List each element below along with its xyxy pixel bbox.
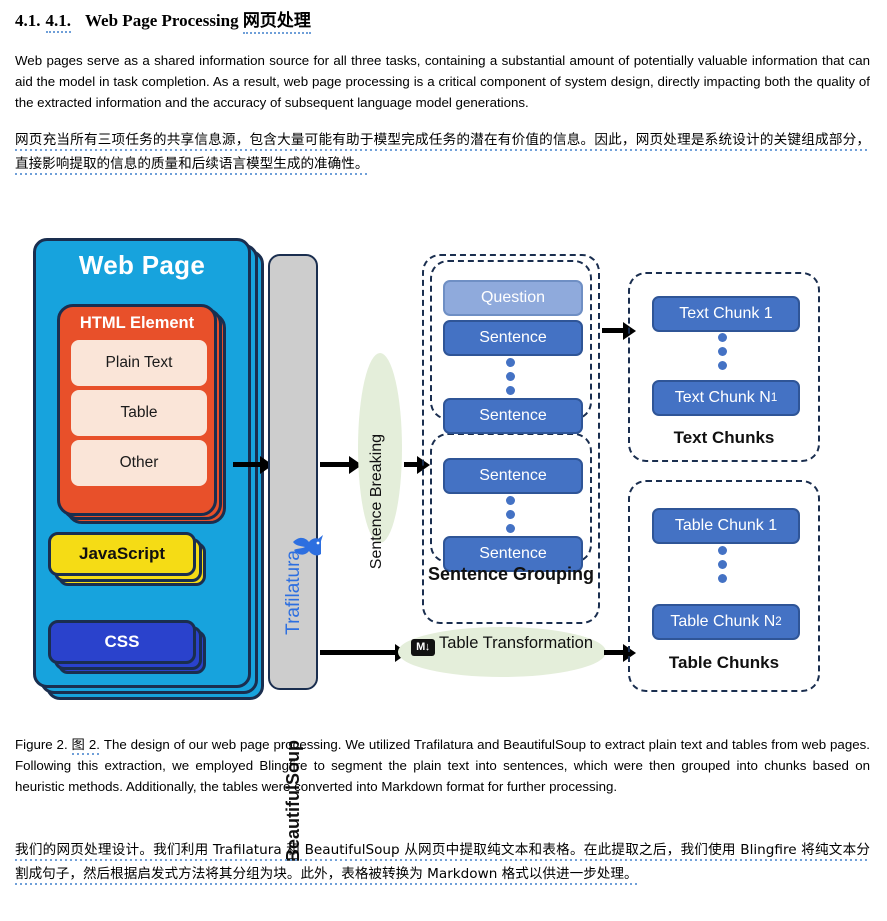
text-chunk-last-prefix: Text Chunk N <box>674 389 771 406</box>
vertical-ellipsis-dots-table-chunks <box>718 546 727 583</box>
web-page-title: Web Page <box>78 250 206 280</box>
html-element-item-other: Other <box>71 440 207 486</box>
arrow-grouping-to-text-chunks <box>602 321 636 340</box>
table-transformation-label: M↓ Table Transformation <box>398 632 606 656</box>
intro-paragraph-chinese: 网页充当所有三项任务的共享信息源，包含大量可能有助于模型完成任务的潜在有价值的信… <box>15 128 870 176</box>
css-box: CSS <box>48 620 196 664</box>
figure-caption-english-text: The design of our web page processing. W… <box>15 737 870 794</box>
intro-paragraph-english: Web pages serve as a shared information … <box>15 53 870 110</box>
table-chunk-last-prefix: Table Chunk N <box>670 613 776 630</box>
sentence-grouping-label: Sentence Grouping <box>427 564 595 584</box>
table-chunks-label: Table Chunks <box>668 653 780 672</box>
javascript-box: JavaScript <box>48 532 196 576</box>
text-chunk-last: Text Chunk N1 <box>652 380 800 416</box>
table-chunk-last: Table Chunk N2 <box>652 604 800 640</box>
table-chunk-first: Table Chunk 1 <box>652 508 800 544</box>
sentence-box-3: Sentence <box>443 458 583 494</box>
arrow-extractor-to-table-transformation <box>320 643 408 662</box>
arrow-extractor-to-sentence-breaking <box>320 455 362 474</box>
sentence-box-2: Sentence <box>443 398 583 434</box>
text-chunk-last-subscript: 1 <box>770 392 778 404</box>
text-chunk-first: Text Chunk 1 <box>652 296 800 332</box>
section-heading: 4.1. 4.1. Web Page Processing 网页处理 <box>15 6 875 34</box>
figure-caption-english: Figure 2. 图 2. The design of our web pag… <box>15 734 870 797</box>
text-chunks-label: Text Chunks <box>673 428 775 447</box>
section-title-chinese: 网页处理 <box>242 11 311 34</box>
figure-diagram: Web Page HTML Element Plain Text Table O… <box>0 228 887 862</box>
table-chunk-last-subscript: 2 <box>775 616 782 628</box>
arrow-webpage-to-extractor <box>233 455 273 474</box>
table-transformation-text: Table Transformation <box>438 634 594 652</box>
figure-caption-chinese-text: 我们的网页处理设计。我们利用 Trafilatura 和 BeautifulSo… <box>15 842 870 885</box>
section-number-translated: 4.1. <box>45 11 71 33</box>
sentence-breaking-label: Sentence Breaking <box>368 434 385 570</box>
arrow-table-transformation-to-table-chunks <box>604 643 636 662</box>
sentence-box-1: Sentence <box>443 320 583 356</box>
question-box: Question <box>443 280 583 316</box>
arrow-sentence-breaking-to-grouping <box>404 455 430 474</box>
section-number-original: 4.1. <box>15 11 41 30</box>
vertical-ellipsis-dots-group2 <box>506 496 515 533</box>
html-element-title: HTML Element <box>79 314 195 332</box>
figure-caption-chinese: 我们的网页处理设计。我们利用 Trafilatura 和 BeautifulSo… <box>15 838 870 886</box>
document-page: 4.1. 4.1. Web Page Processing 网页处理 Web pag… <box>0 0 887 921</box>
figure-label-english: Figure 2. <box>15 737 68 752</box>
vertical-ellipsis-dots-text-chunks <box>718 333 727 370</box>
html-element-item-plain-text: Plain Text <box>71 340 207 386</box>
markdown-badge-icon: M↓ <box>410 638 435 656</box>
figure-label-chinese: 图 2. <box>71 737 100 755</box>
vertical-ellipsis-dots-group1 <box>506 358 515 395</box>
html-element-item-table: Table <box>71 390 207 436</box>
trafilatura-label: Trafilatura <box>283 550 304 635</box>
intro-paragraph-chinese-text: 网页充当所有三项任务的共享信息源，包含大量可能有助于模型完成任务的潜在有价值的信… <box>15 132 870 175</box>
section-title-english: Web Page Processing <box>85 11 239 30</box>
